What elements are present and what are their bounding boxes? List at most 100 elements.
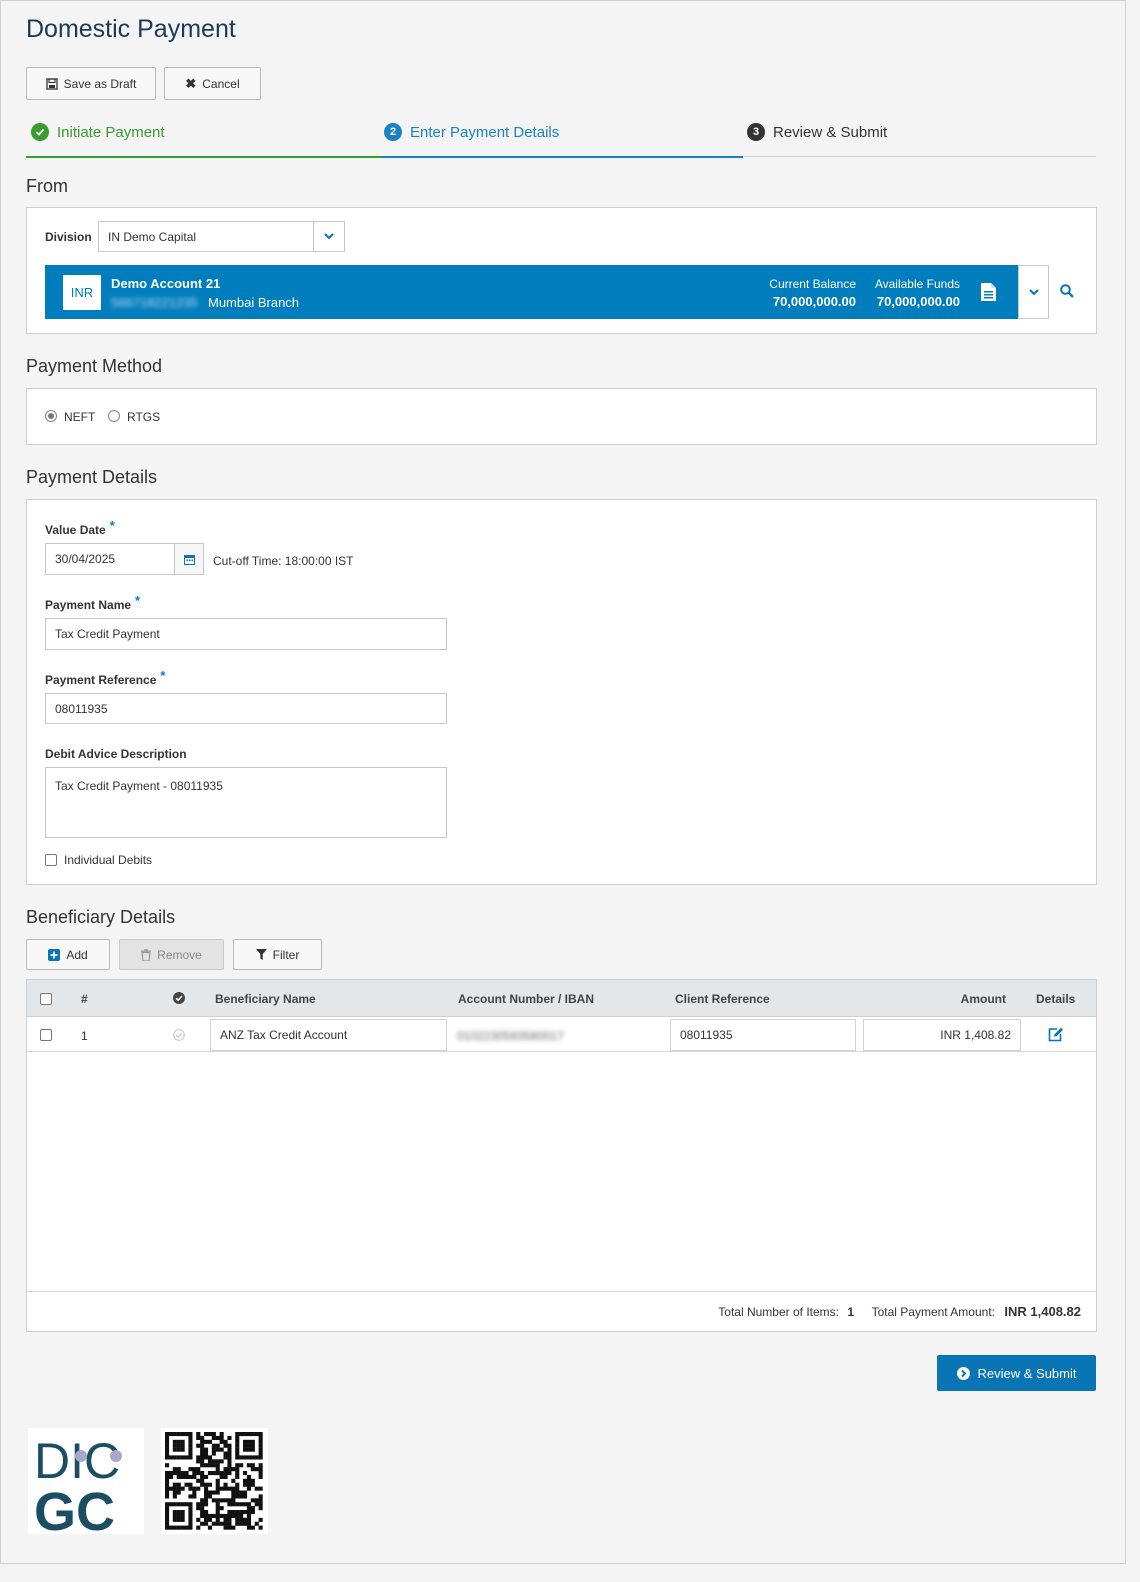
table-header: # Beneficiary Name Account Number / IBAN… — [27, 980, 1096, 1017]
save-as-draft-button[interactable]: Save as Draft — [26, 67, 156, 100]
step-label: Enter Payment Details — [410, 123, 560, 141]
payment-method-panel — [26, 388, 1097, 445]
review-submit-label: Review & Submit — [977, 1365, 1077, 1381]
trash-icon — [141, 948, 152, 961]
filter-label: Filter — [272, 947, 300, 962]
payment-name-value: Tax Credit Payment — [55, 627, 160, 641]
check-circle-icon — [173, 1029, 185, 1041]
save-as-draft-label: Save as Draft — [63, 76, 137, 91]
check-circle-icon — [31, 123, 49, 141]
document-icon[interactable] — [980, 282, 997, 302]
payment-reference-label: Payment Reference * — [45, 668, 166, 687]
division-dropdown-button[interactable] — [313, 221, 345, 252]
step-number: 2 — [384, 123, 402, 141]
beneficiary-details-title: Beneficiary Details — [26, 907, 176, 927]
row-checkbox[interactable] — [40, 1029, 52, 1041]
payment-reference-value: 08011935 — [55, 701, 108, 716]
account-number-value: 0102230593580017 — [457, 1029, 564, 1043]
column-details: Details — [1036, 992, 1076, 1006]
remove-label: Remove — [157, 947, 202, 962]
step-review-submit[interactable]: 3 Review & Submit — [747, 123, 887, 141]
chevron-down-icon — [1028, 288, 1039, 295]
calendar-button[interactable] — [174, 543, 204, 575]
close-icon: ✖ — [185, 75, 197, 91]
payment-name-input[interactable]: Tax Credit Payment — [45, 618, 447, 650]
filter-button[interactable]: Filter — [233, 939, 322, 970]
step-label: Review & Submit — [773, 123, 888, 141]
individual-debits-checkbox[interactable] — [45, 854, 57, 866]
value-date-value: 30/04/2025 — [55, 552, 116, 566]
individual-debits-label: Individual Debits — [64, 853, 153, 867]
column-account-number: Account Number / IBAN — [458, 992, 595, 1006]
review-submit-button[interactable]: Review & Submit — [937, 1355, 1096, 1391]
select-all-checkbox[interactable] — [40, 993, 52, 1005]
cancel-button[interactable]: ✖ Cancel — [164, 67, 261, 100]
search-icon[interactable] — [1060, 284, 1074, 298]
add-label: Add — [66, 947, 88, 962]
calendar-icon — [183, 554, 195, 565]
add-beneficiary-button[interactable]: Add — [26, 939, 110, 970]
total-amount-value: INR 1,408.82 — [1004, 1304, 1081, 1319]
row-index: 1 — [81, 1029, 88, 1043]
division-label: Division — [45, 230, 92, 244]
division-select[interactable]: IN Demo Capital — [98, 221, 314, 252]
step-label: Initiate Payment — [57, 123, 165, 141]
beneficiary-name-field[interactable]: ANZ Tax Credit Account — [210, 1019, 447, 1051]
check-circle-icon — [173, 992, 185, 1004]
current-balance-value: 70,000,000.00 — [772, 294, 856, 309]
filter-icon — [255, 949, 267, 960]
payment-details-title: Payment Details — [26, 467, 158, 487]
account-selector[interactable]: INR Demo Account 21 566718221235 Mumbai … — [45, 265, 1018, 319]
svg-text:DIC: DIC — [34, 1433, 120, 1489]
edit-icon[interactable] — [1048, 1027, 1064, 1042]
neft-label: NEFT — [64, 410, 96, 424]
currency-badge: INR — [63, 275, 101, 310]
column-amount: Amount — [960, 992, 1006, 1006]
payment-method-title: Payment Method — [26, 356, 163, 376]
step-progress-pending — [743, 156, 1096, 157]
cutoff-time-text: Cut-off Time: 18:00:00 IST — [213, 554, 354, 568]
debit-advice-label: Debit Advice Description — [45, 747, 187, 761]
neft-radio[interactable] — [45, 410, 57, 422]
beneficiary-name-value: ANZ Tax Credit Account — [220, 1028, 348, 1042]
step-progress-active — [381, 156, 743, 158]
client-reference-field[interactable]: 08011935 — [670, 1019, 856, 1051]
client-reference-value: 08011935 — [680, 1028, 733, 1042]
available-funds-value: 70,000,000.00 — [876, 294, 960, 309]
column-beneficiary-name: Beneficiary Name — [215, 992, 316, 1006]
account-number: 566718221235 — [111, 295, 198, 310]
table-row: 1 ANZ Tax Credit Account 010223059358001… — [27, 1017, 1096, 1052]
column-index: # — [81, 992, 88, 1006]
step-enter-payment-details[interactable]: 2 Enter Payment Details — [384, 123, 559, 141]
account-dropdown-button[interactable] — [1018, 265, 1049, 319]
division-value: IN Demo Capital — [108, 229, 197, 244]
payment-reference-input[interactable]: 08011935 — [45, 693, 447, 724]
current-balance-label: Current Balance — [769, 277, 856, 291]
page-title: Domestic Payment — [26, 15, 236, 43]
cancel-label: Cancel — [202, 76, 240, 91]
step-initiate-payment[interactable]: Initiate Payment — [31, 123, 165, 141]
total-amount-label: Total Payment Amount: — [871, 1305, 995, 1319]
value-date-input[interactable]: 30/04/2025 — [45, 543, 175, 575]
amount-value: INR 1,408.82 — [940, 1028, 1011, 1042]
arrow-circle-right-icon — [956, 1366, 970, 1380]
step-number: 3 — [747, 123, 765, 141]
plus-square-icon — [48, 948, 61, 961]
chevron-down-icon — [324, 233, 334, 240]
value-date-label: Value Date * — [45, 518, 115, 537]
debit-advice-textarea[interactable]: Tax Credit Payment - 08011935 — [45, 767, 447, 838]
remove-beneficiary-button[interactable]: Remove — [119, 939, 224, 970]
payment-name-label: Payment Name * — [45, 593, 141, 612]
column-client-reference: Client Reference — [675, 992, 770, 1006]
total-items-label: Total Number of Items: — [718, 1305, 839, 1319]
available-funds-label: Available Funds — [874, 277, 960, 291]
table-footer-divider — [27, 1291, 1096, 1292]
account-name: Demo Account 21 — [111, 276, 221, 291]
amount-field[interactable]: INR 1,408.82 — [863, 1019, 1021, 1051]
debit-advice-value: Tax Credit Payment - 08011935 — [55, 779, 223, 793]
total-items-value: 1 — [847, 1305, 854, 1319]
rtgs-radio[interactable] — [108, 410, 120, 422]
rtgs-label: RTGS — [127, 410, 161, 424]
qr-code — [161, 1428, 268, 1534]
svg-text:GC: GC — [34, 1482, 115, 1534]
